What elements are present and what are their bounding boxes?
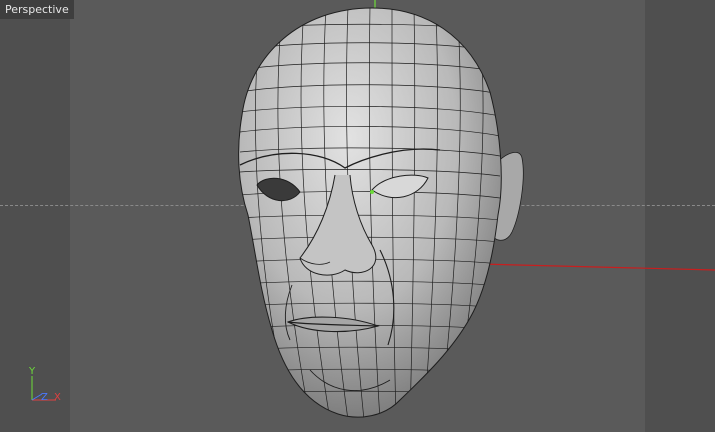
3d-viewport[interactable]: Perspective Y Z X	[0, 0, 715, 432]
head-surface	[238, 7, 502, 418]
view-name-label[interactable]: Perspective	[0, 0, 74, 19]
head-mesh-model[interactable]	[0, 0, 715, 432]
axis-y-label: Y	[29, 366, 36, 377]
axis-x-label: X	[54, 392, 61, 403]
pivot-point	[370, 190, 374, 194]
axis-z-label: Z	[41, 392, 48, 403]
axis-gizmo: Y Z X	[26, 366, 66, 406]
